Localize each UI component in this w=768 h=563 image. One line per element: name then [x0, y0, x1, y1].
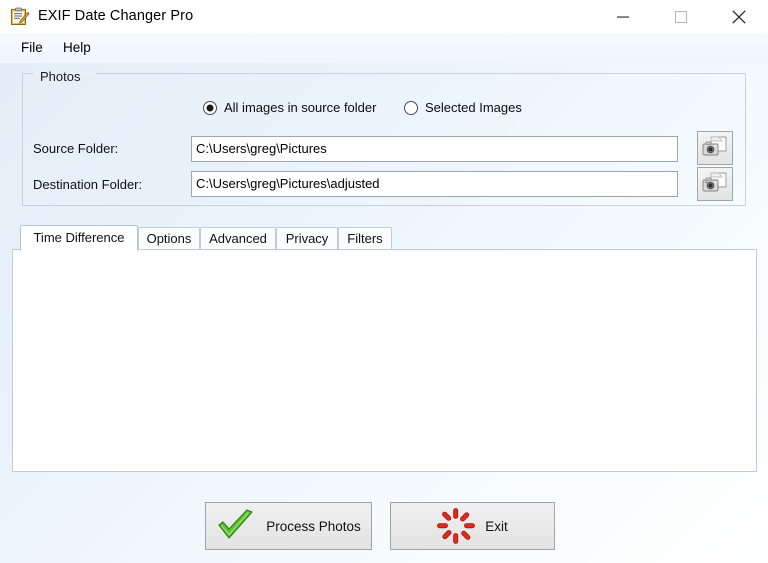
process-photos-button[interactable]: Process Photos: [205, 502, 372, 550]
exit-label: Exit: [485, 519, 508, 534]
application-window: EXIF Date Changer Pro File Help Photos A…: [0, 0, 768, 563]
camera-folder-icon: [702, 136, 728, 160]
tab-privacy[interactable]: Privacy: [276, 227, 338, 250]
menu-item-file[interactable]: File: [14, 38, 50, 58]
browse-destination-folder-button[interactable]: [697, 167, 733, 201]
window-title: EXIF Date Changer Pro: [38, 8, 193, 24]
radio-label-selected-images: Selected Images: [425, 100, 522, 115]
source-folder-input[interactable]: C:\Users\greg\Pictures: [191, 136, 678, 162]
radio-all-images-in-source-folder[interactable]: All images in source folder: [203, 100, 376, 115]
destination-folder-label: Destination Folder:: [33, 177, 142, 192]
camera-folder-icon: [702, 172, 728, 196]
process-photos-label: Process Photos: [266, 519, 361, 534]
minimize-icon: [617, 11, 629, 23]
radio-selected-images[interactable]: Selected Images: [404, 100, 522, 115]
tab-panel-time-difference: [12, 249, 757, 472]
menu-bar: File Help: [0, 33, 768, 63]
destination-folder-input[interactable]: C:\Users\greg\Pictures\adjusted: [191, 171, 678, 197]
tab-advanced[interactable]: Advanced: [200, 227, 276, 250]
source-folder-label: Source Folder:: [33, 141, 118, 156]
tab-filters[interactable]: Filters: [338, 227, 392, 250]
radio-label-all-images: All images in source folder: [224, 100, 376, 115]
radio-dot-all-images: [203, 101, 217, 115]
clipboard-pencil-icon: [10, 7, 30, 27]
minimize-button[interactable]: [600, 0, 646, 33]
close-button[interactable]: [716, 0, 762, 33]
active-tab-seam: [21, 249, 137, 251]
browse-source-folder-button[interactable]: [697, 131, 733, 165]
maximize-button[interactable]: [658, 0, 704, 33]
tab-time-difference[interactable]: Time Difference: [20, 225, 138, 251]
close-icon: [732, 10, 746, 24]
exit-button[interactable]: Exit: [390, 502, 555, 550]
tab-strip: Time Difference Options Advanced Privacy…: [12, 225, 757, 250]
photos-group-title: Photos: [36, 69, 84, 84]
title-bar: EXIF Date Changer Pro: [0, 0, 768, 33]
radio-dot-selected-images: [404, 101, 418, 115]
maximize-icon: [675, 11, 687, 23]
green-check-icon: [216, 509, 256, 543]
tab-options[interactable]: Options: [138, 227, 200, 250]
red-burst-icon: [437, 508, 475, 544]
menu-item-help[interactable]: Help: [56, 38, 98, 58]
